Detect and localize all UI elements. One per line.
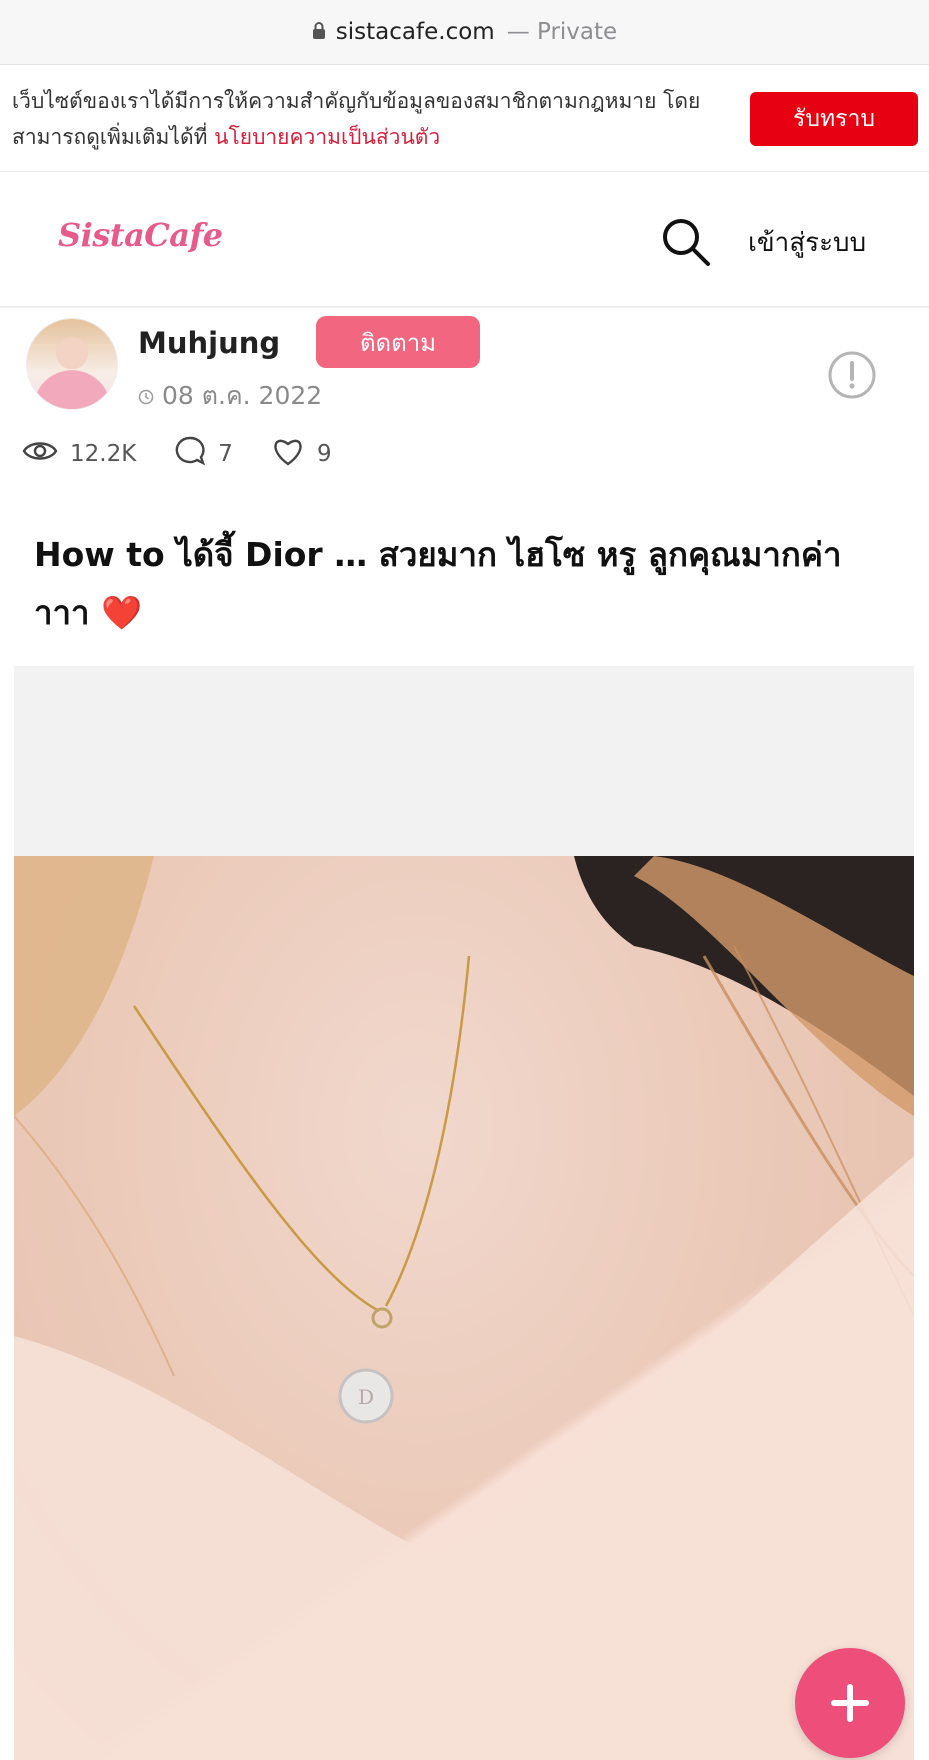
comments-count: 7: [218, 441, 233, 467]
eye-icon: [22, 439, 58, 469]
views-count: 12.2K: [70, 441, 137, 467]
report-icon[interactable]: [826, 349, 878, 401]
private-label: Private: [537, 19, 618, 45]
private-indicator: — Private: [507, 19, 618, 45]
svg-text:D: D: [358, 1385, 374, 1409]
site-header: SistaCafe เข้าสู่ระบบ: [0, 172, 929, 308]
privacy-policy-link[interactable]: นโยบายความเป็นส่วนตัว: [214, 125, 440, 149]
post-stats: 12.2K 7 9: [22, 434, 370, 474]
url-separator: —: [506, 19, 530, 45]
clock-icon: [138, 382, 154, 411]
date-text: 08 ต.ค. 2022: [162, 381, 323, 410]
comments-stat[interactable]: 7: [174, 435, 233, 473]
author-name[interactable]: Muhjung: [138, 326, 280, 360]
plus-icon: [831, 1684, 869, 1722]
likes-stat[interactable]: 9: [271, 436, 332, 472]
login-link[interactable]: เข้าสู่ระบบ: [748, 222, 866, 263]
url-domain: sistacafe.com: [335, 19, 495, 45]
comment-icon: [174, 435, 206, 473]
likes-count: 9: [316, 441, 332, 467]
browser-url-bar[interactable]: sistacafe.com — Private: [0, 0, 929, 64]
cookie-text: เว็บไซต์ของเราได้มีการให้ความสำคัญกับข้อ…: [12, 83, 732, 155]
search-icon[interactable]: [658, 214, 714, 270]
image-placeholder: [14, 666, 914, 856]
author-avatar[interactable]: [26, 318, 118, 410]
post-title: How to ได้จี้ Dior … สวยมาก ไฮโซ หรู ลูก…: [34, 535, 842, 632]
add-post-button[interactable]: [795, 1648, 905, 1758]
lock-icon: [312, 19, 326, 45]
site-logo[interactable]: SistaCafe: [58, 216, 223, 254]
accept-cookie-button[interactable]: รับทราบ: [750, 92, 918, 146]
heart-icon: [271, 436, 305, 472]
post-photo[interactable]: D: [14, 856, 914, 1760]
post-date: 08 ต.ค. 2022: [138, 376, 322, 416]
follow-button[interactable]: ติดตาม: [316, 316, 480, 368]
cookie-banner: เว็บไซต์ของเราได้มีการให้ความสำคัญกับข้อ…: [0, 64, 929, 173]
views-stat: 12.2K: [22, 439, 136, 469]
